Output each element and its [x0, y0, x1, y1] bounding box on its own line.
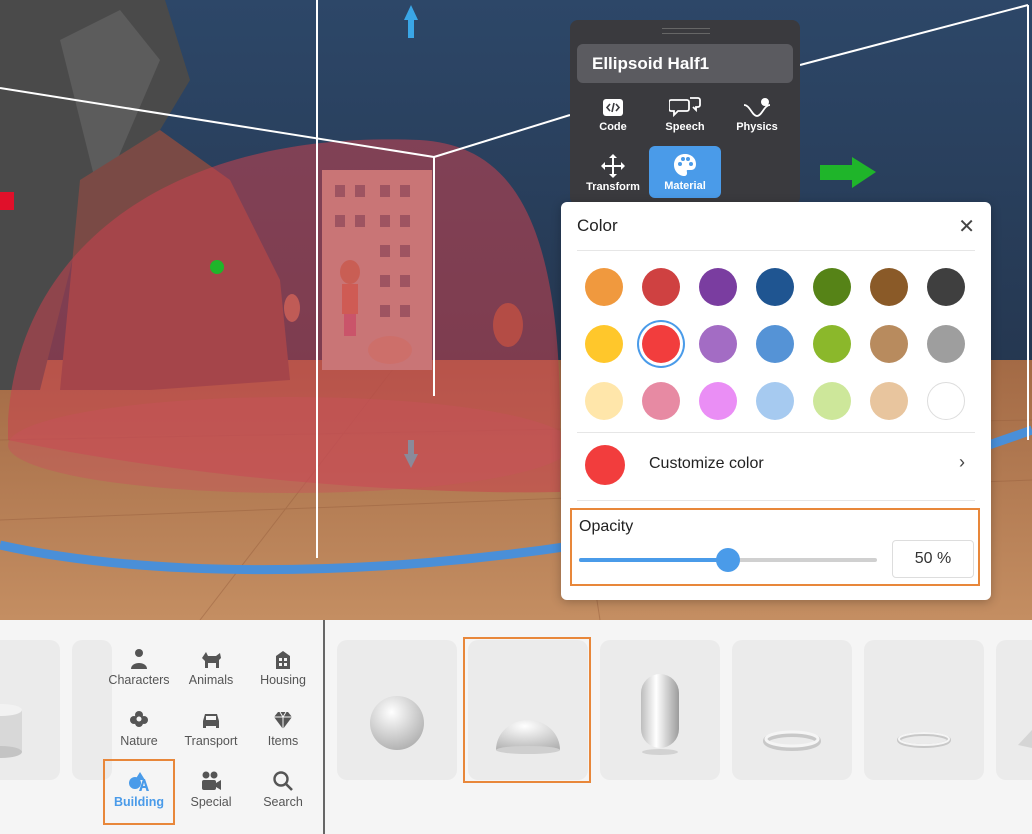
- shape-card-torus[interactable]: [732, 640, 852, 780]
- color-swatch[interactable]: [756, 325, 794, 363]
- color-swatch[interactable]: [699, 325, 737, 363]
- color-swatch[interactable]: [642, 268, 680, 306]
- object-panel: Ellipsoid Half1 Code Speech Physics Tran…: [570, 20, 800, 205]
- torus-icon: [763, 730, 821, 751]
- tool-speech[interactable]: Speech: [649, 91, 721, 143]
- opacity-slider-thumb[interactable]: [716, 548, 740, 572]
- sphere-icon: [370, 696, 424, 750]
- color-swatch[interactable]: [585, 325, 623, 363]
- category-search[interactable]: Search: [247, 766, 319, 824]
- color-swatch[interactable]: [927, 268, 965, 306]
- car-icon: [203, 714, 219, 728]
- color-swatch[interactable]: [585, 382, 623, 420]
- cylinder-icon: [0, 704, 22, 758]
- category-label: Transport: [184, 734, 238, 748]
- divider: [577, 250, 975, 251]
- color-swatch[interactable]: [813, 382, 851, 420]
- code-icon: [603, 99, 623, 116]
- move-icon: [601, 154, 625, 178]
- thin-torus-icon: [897, 732, 951, 748]
- color-swatch[interactable]: [642, 382, 680, 420]
- tool-transform[interactable]: Transform: [577, 147, 649, 199]
- opacity-section: Opacity 50 %: [570, 508, 980, 586]
- drag-handle[interactable]: [662, 28, 710, 34]
- building-icon: [276, 651, 290, 669]
- building-highlight: [103, 759, 175, 825]
- shape-card-thin-torus[interactable]: [864, 640, 984, 780]
- shape-icon: [1018, 730, 1032, 748]
- category-nature[interactable]: Nature: [103, 705, 175, 763]
- category-label: Animals: [188, 673, 234, 687]
- tool-code[interactable]: Code: [577, 91, 649, 143]
- shape-card-capsule[interactable]: [600, 640, 720, 780]
- color-swatch[interactable]: [813, 325, 851, 363]
- color-swatch[interactable]: [699, 268, 737, 306]
- tool-transform-label: Transform: [586, 181, 640, 193]
- tool-material[interactable]: Material: [649, 146, 721, 198]
- object-name[interactable]: Ellipsoid Half1: [577, 44, 793, 83]
- half-sphere-highlight: [463, 637, 591, 783]
- panel-divider: [323, 620, 325, 834]
- flower-icon: [130, 711, 148, 727]
- category-housing[interactable]: Housing: [247, 644, 319, 702]
- chevron-right-icon[interactable]: ›: [959, 452, 965, 473]
- opacity-slider-fill: [579, 558, 728, 562]
- camera-icon: [202, 771, 221, 790]
- tool-code-label: Code: [599, 121, 627, 133]
- shape-card-cylinder[interactable]: [0, 640, 60, 780]
- category-label: Items: [267, 734, 299, 748]
- color-swatch[interactable]: [756, 382, 794, 420]
- color-swatch[interactable]: [927, 325, 965, 363]
- category-special[interactable]: Special: [175, 766, 247, 824]
- category-label: Search: [263, 795, 303, 809]
- category-characters[interactable]: Characters: [103, 644, 175, 702]
- tool-speech-label: Speech: [665, 121, 705, 133]
- speech-icon: [669, 97, 701, 118]
- color-swatch[interactable]: [927, 382, 965, 420]
- category-transport[interactable]: Transport: [175, 705, 247, 763]
- color-swatch[interactable]: [699, 382, 737, 420]
- shape-card-partial-right[interactable]: [996, 640, 1032, 780]
- color-swatch[interactable]: [756, 268, 794, 306]
- category-label: Housing: [260, 673, 306, 687]
- color-swatch[interactable]: [585, 268, 623, 306]
- tool-material-label: Material: [664, 180, 706, 192]
- opacity-label: Opacity: [579, 518, 634, 535]
- shape-card-sphere[interactable]: [337, 640, 457, 780]
- category-label: Nature: [120, 734, 158, 748]
- category-label: Characters: [108, 673, 170, 687]
- customize-color-label[interactable]: Customize color: [649, 455, 764, 473]
- asset-library: Characters Animals Housing Nature Transport I…: [0, 620, 1032, 834]
- person-icon: [131, 649, 147, 669]
- tool-physics-label: Physics: [736, 121, 778, 133]
- opacity-slider[interactable]: [579, 548, 877, 572]
- color-panel: Color ✕ Customize color › Opacity 50 %: [561, 202, 991, 600]
- close-icon[interactable]: ✕: [958, 214, 975, 239]
- divider: [577, 432, 975, 433]
- capsule-icon: [641, 674, 679, 755]
- physics-icon: [743, 98, 771, 117]
- color-swatch[interactable]: [870, 382, 908, 420]
- palette-icon: [674, 154, 696, 176]
- diamond-icon: [274, 711, 292, 729]
- color-swatch[interactable]: [870, 268, 908, 306]
- color-swatch[interactable]: [642, 325, 680, 363]
- category-animals[interactable]: Animals: [175, 644, 247, 702]
- category-label: Special: [190, 795, 232, 809]
- opacity-value-field[interactable]: 50 %: [892, 540, 974, 578]
- color-swatch[interactable]: [813, 268, 851, 306]
- dog-icon: [202, 652, 221, 668]
- custom-color-preview[interactable]: [585, 445, 625, 485]
- divider: [577, 500, 975, 501]
- color-panel-title: Color: [577, 216, 618, 235]
- search-icon: [273, 771, 293, 791]
- category-items[interactable]: Items: [247, 705, 319, 763]
- tool-physics[interactable]: Physics: [721, 91, 793, 143]
- color-swatch[interactable]: [870, 325, 908, 363]
